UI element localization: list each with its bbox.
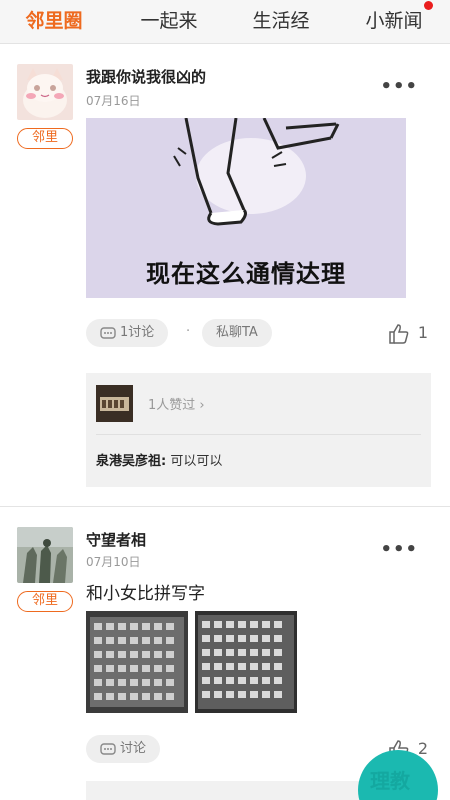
post-image[interactable]: [195, 611, 297, 713]
comment-icon: [100, 326, 116, 339]
separator-dot: ·: [186, 324, 191, 339]
tab-life-tips[interactable]: 生活经: [245, 6, 317, 36]
more-options-icon[interactable]: •••: [380, 78, 418, 96]
tab-news-label: 小新闻: [365, 10, 423, 32]
like-count: 1: [417, 323, 428, 342]
top-tab-bar: 邻里圈 一起来 生活经 小新闻: [0, 0, 450, 44]
likes-summary-text: 1人赞过: [148, 398, 196, 413]
handwriting-photo-icon: [195, 611, 297, 713]
comment-count-label: 1讨论: [120, 325, 155, 340]
like-button[interactable]: 1: [388, 319, 428, 347]
comment-count-label: 讨论: [120, 741, 147, 756]
post-card: 邻里 我跟你说我很凶的 07月16日 ••• 现在这么通情达理 1讨论 · 私聊…: [0, 44, 450, 506]
post-author[interactable]: 守望者相: [86, 529, 146, 550]
comment-pill-button[interactable]: 讨论: [86, 735, 161, 763]
avatar[interactable]: [17, 527, 73, 583]
private-message-button[interactable]: 私聊TA: [202, 319, 272, 347]
post-image[interactable]: [86, 611, 188, 713]
liker-photo-icon: [96, 385, 133, 422]
divider: [96, 434, 421, 435]
cat-avatar-icon: [17, 64, 73, 120]
handwriting-photo-icon: [86, 611, 188, 713]
like-count: 2: [417, 739, 428, 758]
post-card: 邻里 守望者相 07月10日 ••• 和小女比拼写字 讨论 2 理教: [0, 507, 450, 800]
tab-together[interactable]: 一起来: [133, 6, 205, 36]
comment-item[interactable]: 泉港吴彦祖: 可以可以: [96, 450, 222, 469]
avatar[interactable]: [17, 64, 73, 120]
comment-icon: [100, 742, 116, 755]
tab-news[interactable]: 小新闻: [358, 6, 430, 36]
post-date: 07月10日: [86, 555, 141, 569]
more-options-icon[interactable]: •••: [380, 541, 418, 559]
image-caption: 现在这么通情达理: [146, 260, 346, 288]
comment-box: 1人赞过 › 泉港吴彦祖: 可以可以: [86, 373, 431, 487]
liker-avatar[interactable]: [96, 385, 133, 422]
post-text: 和小女比拼写字: [86, 584, 205, 604]
neighbor-badge: 邻里: [17, 591, 73, 612]
chevron-right-icon: ›: [199, 398, 205, 413]
notification-dot: [424, 1, 433, 10]
post-date: 07月16日: [86, 94, 141, 108]
watermark-text: 理教: [370, 769, 410, 793]
likes-summary[interactable]: 1人赞过 ›: [148, 394, 205, 413]
comment-text: 可以可以: [170, 454, 223, 469]
neighbor-badge: 邻里: [17, 128, 73, 149]
statue-photo-icon: [17, 527, 73, 583]
tab-neighborhood[interactable]: 邻里圈: [18, 6, 90, 36]
post-image[interactable]: 现在这么通情达理: [86, 118, 406, 298]
thumbs-up-icon: [389, 323, 409, 344]
comment-pill-button[interactable]: 1讨论: [86, 319, 169, 347]
commenter-name[interactable]: 泉港吴彦祖:: [96, 454, 166, 469]
post-author[interactable]: 我跟你说我很凶的: [86, 66, 206, 87]
